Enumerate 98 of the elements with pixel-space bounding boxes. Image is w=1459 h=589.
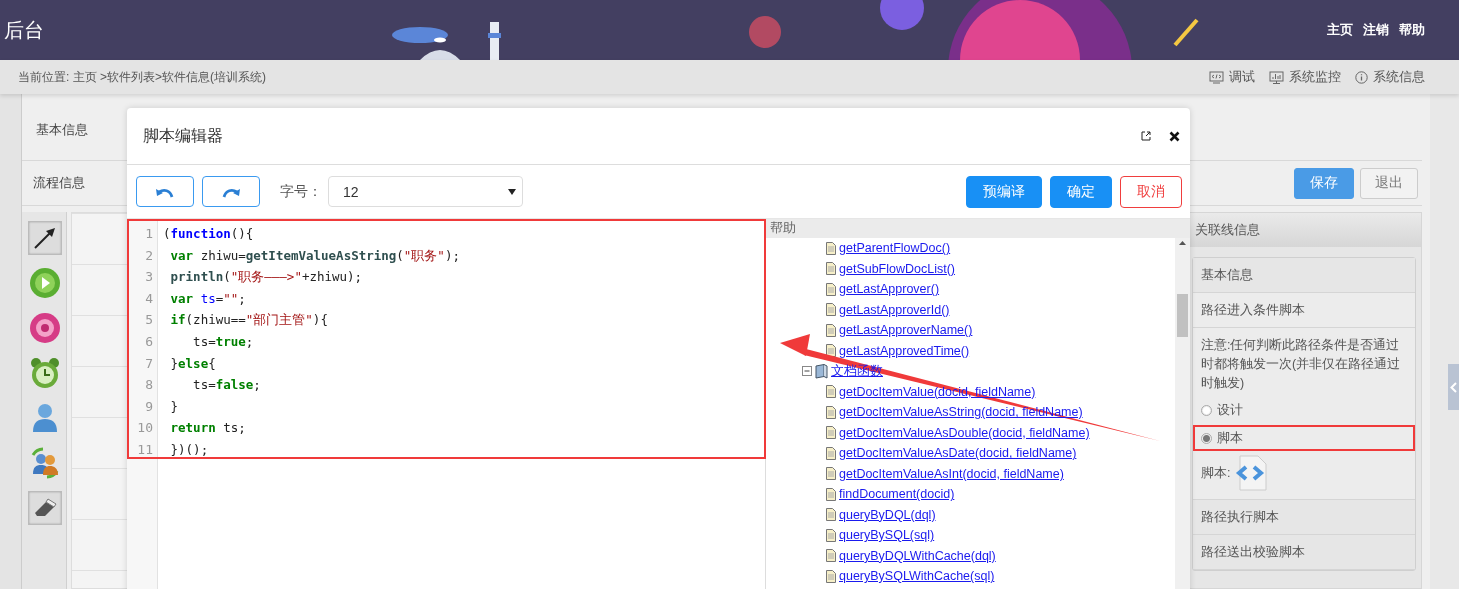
accordion-header[interactable]: 基本信息 xyxy=(1193,258,1415,293)
document-icon xyxy=(826,385,836,399)
people-icon[interactable] xyxy=(29,447,61,479)
document-icon xyxy=(826,508,836,522)
document-icon xyxy=(826,528,836,542)
section-title: 流程信息 xyxy=(33,174,85,192)
scrollbar[interactable] xyxy=(1175,238,1190,589)
nav-link[interactable]: 帮助 xyxy=(1399,21,1425,39)
code-line: if(zhiwu=="部门主管"){ xyxy=(169,311,328,330)
help-function-link[interactable]: getDocItemValue(docid, fieldName) xyxy=(839,384,1036,399)
code-line: ts=true; xyxy=(192,332,254,351)
info-icon xyxy=(1355,70,1368,84)
code-line: var zhiwu=getItemValueAsString("职务"); xyxy=(169,246,460,265)
line-number: 3 xyxy=(145,268,154,287)
radio-option[interactable]: 脚本 xyxy=(1201,427,1407,449)
help-function-link[interactable]: getParentFlowDoc() xyxy=(839,241,951,256)
help-function-link[interactable]: findDocument(docid) xyxy=(839,487,955,502)
font-size-label: 字号： xyxy=(280,182,322,201)
code-line: return ts; xyxy=(169,419,246,438)
collapse-icon[interactable] xyxy=(802,366,812,377)
tab[interactable]: 基本信息 xyxy=(36,115,88,139)
eraser-icon[interactable] xyxy=(32,497,58,519)
help-function-link[interactable]: queryByDQL(dql) xyxy=(839,507,936,522)
document-icon xyxy=(826,241,836,255)
play-icon[interactable] xyxy=(29,267,61,299)
document-icon xyxy=(826,262,836,276)
help-function-link[interactable]: queryBySQL(sql) xyxy=(839,528,935,543)
note-text: 注意:任何判断此路径条件是否通过时都将触发一次(并非仅在路径通过时触发) xyxy=(1201,337,1402,392)
code-line: var ts=""; xyxy=(169,289,246,308)
document-icon xyxy=(826,405,836,419)
document-icon xyxy=(826,446,836,460)
help-function-link[interactable]: getLastApprovedTime() xyxy=(839,343,970,358)
help-function-link[interactable]: getDocItemValueAsDouble(docid, fieldName) xyxy=(839,425,1090,440)
code-line: ts=false; xyxy=(192,376,261,395)
help-function-link[interactable]: queryByDQLWithCache(dql) xyxy=(839,548,996,563)
document-icon xyxy=(826,323,836,337)
code-line: })(); xyxy=(169,440,209,459)
code-icon xyxy=(1209,70,1224,84)
code-line: } xyxy=(169,397,179,416)
toolbar-link[interactable]: 系统信息 xyxy=(1355,68,1425,86)
close-icon[interactable] xyxy=(1169,130,1180,142)
help-function-link[interactable]: getLastApproverName() xyxy=(839,323,973,338)
line-number: 1 xyxy=(145,225,154,243)
document-icon xyxy=(826,303,836,317)
line-number: 4 xyxy=(145,289,154,308)
scroll-thumb[interactable] xyxy=(1177,294,1188,337)
dialog-title: 脚本编辑器 xyxy=(143,125,223,146)
nav-link[interactable]: 主页 xyxy=(1327,21,1353,39)
document-icon xyxy=(826,282,836,296)
line-number: 7 xyxy=(145,354,154,373)
disc-icon[interactable] xyxy=(29,312,61,344)
code-line: }else{ xyxy=(169,354,216,373)
document-icon xyxy=(826,569,836,583)
arrow-icon[interactable] xyxy=(32,225,58,251)
document-icon xyxy=(826,467,836,481)
line-number: 2 xyxy=(145,246,154,265)
document-icon xyxy=(826,549,836,563)
exit-button[interactable]: 退出 xyxy=(1360,167,1418,199)
monitor-icon xyxy=(1269,70,1284,84)
panel-title: 关联线信息 xyxy=(1187,213,1421,247)
font-size-select[interactable]: 12 xyxy=(328,176,523,207)
line-number: 8 xyxy=(145,376,154,395)
toolbar-link[interactable]: 调试 xyxy=(1209,68,1255,86)
code-line: println("职务———>"+zhiwu); xyxy=(169,268,363,287)
cancel-button[interactable]: 取消 xyxy=(1120,175,1182,208)
help-function-link[interactable]: getLastApproverId() xyxy=(839,302,950,317)
help-function-link[interactable]: getSubFlowDocList() xyxy=(839,261,955,276)
book-icon xyxy=(815,363,828,379)
line-number: 10 xyxy=(137,419,154,438)
app-title: 后台 xyxy=(4,17,44,43)
line-number: 5 xyxy=(145,311,154,330)
undo-button[interactable] xyxy=(136,176,194,207)
breadcrumb-text: 当前位置: 主页 >软件列表>软件信息(培训系统) xyxy=(18,68,266,86)
help-function-link[interactable]: getLastApprover() xyxy=(839,282,940,297)
alarm-clock-icon[interactable] xyxy=(29,357,61,389)
chevron-left-icon xyxy=(1450,381,1457,393)
redo-button[interactable] xyxy=(202,176,260,207)
popout-icon[interactable] xyxy=(1141,131,1151,141)
help-function-link[interactable]: getDocItemValueAsInt(docid, fieldName) xyxy=(839,466,1064,481)
toolbar-link[interactable]: 系统监控 xyxy=(1269,68,1341,86)
document-icon xyxy=(826,426,836,440)
line-number: 6 xyxy=(145,332,154,351)
collapse-handle[interactable] xyxy=(1448,364,1459,410)
accordion-header[interactable]: 路径执行脚本 xyxy=(1193,500,1415,535)
help-header: 帮助 xyxy=(766,219,1190,238)
line-number: 9 xyxy=(145,397,154,416)
nav-link[interactable]: 注销 xyxy=(1363,21,1389,39)
radio-option[interactable]: 设计 xyxy=(1201,399,1407,421)
caret-icon xyxy=(508,188,516,195)
code-file-icon[interactable] xyxy=(1234,455,1269,491)
line-number: 11 xyxy=(137,440,154,459)
help-function-link[interactable]: getDocItemValueAsDate(docid, fieldName) xyxy=(839,446,1077,461)
person-icon[interactable] xyxy=(30,402,60,434)
accordion-header[interactable]: 路径送出校验脚本 xyxy=(1193,535,1415,570)
help-function-link[interactable]: queryBySQLWithCache(sql) xyxy=(839,569,995,584)
code-line: (function(){ xyxy=(163,225,254,243)
script-label: 脚本: xyxy=(1201,464,1231,482)
document-icon xyxy=(826,487,836,501)
